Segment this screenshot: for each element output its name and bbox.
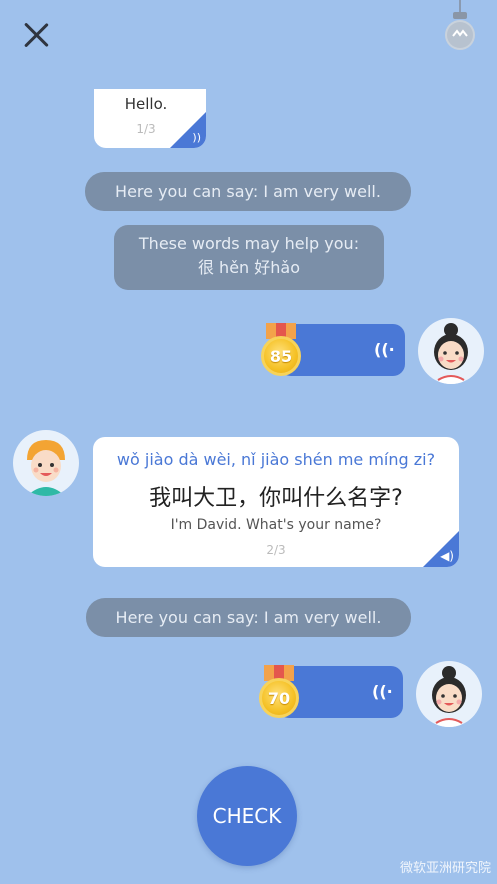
score-medal: 85 xyxy=(261,336,301,376)
speaker-icon[interactable]: ◀) xyxy=(440,549,454,563)
score-value: 85 xyxy=(269,346,293,366)
avatar-boy xyxy=(13,430,79,496)
check-label: CHECK xyxy=(212,804,282,828)
pinyin-text: wǒ jiào dà wèi, nǐ jiào shén me míng zi? xyxy=(116,450,436,469)
chinese-text: 我叫大卫，你叫什么名字? xyxy=(149,486,403,511)
sound-icon[interactable]: )) xyxy=(192,131,201,144)
message-card-2: wǒ jiào dà wèi, nǐ jiào shén me míng zi?… xyxy=(93,437,459,567)
message-card-1: Hello. 1/3 )) xyxy=(94,89,206,148)
hint-pill: Here you can say: I am very well. xyxy=(85,172,411,211)
score-value: 70 xyxy=(267,688,291,708)
hint-pill: Here you can say: I am very well. xyxy=(86,598,411,637)
avatar-girl xyxy=(418,318,484,384)
words-hint-words: 很 hěn 好hǎo xyxy=(197,258,301,277)
avatar-girl xyxy=(416,661,482,727)
hint-text: Here you can say: I am very well. xyxy=(115,608,382,627)
close-icon[interactable] xyxy=(22,20,52,50)
check-button[interactable]: CHECK xyxy=(197,766,297,866)
english-text: I'm David. What's your name? xyxy=(170,517,382,533)
voice-wave-icon[interactable]: ((· xyxy=(372,682,393,701)
voice-wave-icon[interactable]: ((· xyxy=(374,340,395,359)
lightbulb-icon[interactable] xyxy=(440,0,480,56)
progress-label: 2/3 xyxy=(266,543,286,557)
words-hint-title: These words may help you: xyxy=(138,234,360,253)
message-text: Hello. xyxy=(124,95,168,113)
words-hint-pill: These words may help you: 很 hěn 好hǎo xyxy=(114,225,384,290)
hint-text: Here you can say: I am very well. xyxy=(115,182,381,201)
watermark: 微软亚洲研究院 xyxy=(399,861,491,876)
score-medal: 70 xyxy=(259,678,299,718)
